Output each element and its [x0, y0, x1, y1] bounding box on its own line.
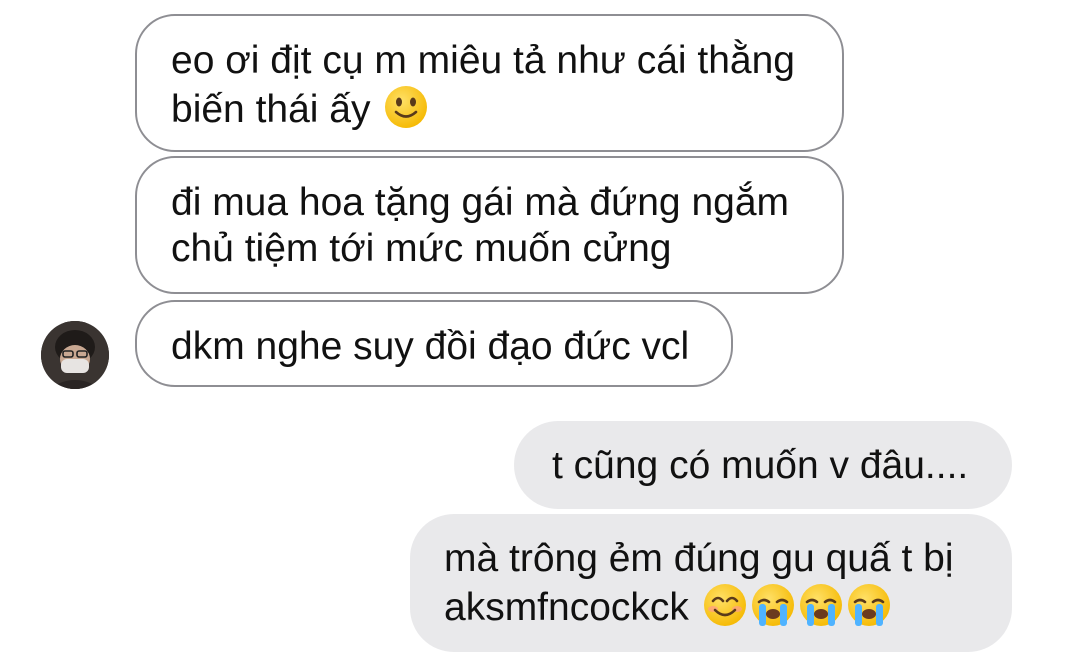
outgoing-message-bubble[interactable]: mà trông ẻm đúng gu quấ t bị aksmfncockc… [410, 514, 1012, 652]
message-text-fragment: biến thái ấy [171, 88, 371, 131]
smiling-face-with-smiling-eyes-icon [702, 582, 748, 628]
message-text-line: mà trông ẻm đúng gu quấ t bị [444, 537, 954, 580]
incoming-message-bubble[interactable]: dkm nghe suy đồi đạo đức vcl [135, 300, 733, 387]
loudly-crying-face-icon [798, 582, 844, 628]
incoming-message-bubble[interactable]: eo ơi địt cụ m miêu tả như cái thằng biế… [135, 14, 844, 152]
loudly-crying-face-icon [750, 582, 796, 628]
message-text-line: đi mua hoa tặng gái mà đứng ngắm [171, 181, 790, 224]
message-text-fragment: aksmfncockck [444, 586, 689, 629]
message-text-line: t cũng có muốn v đâu.... [552, 444, 969, 487]
message-text-line: eo ơi địt cụ m miêu tả như cái thằng [171, 39, 795, 82]
message-text-line: dkm nghe suy đồi đạo đức vcl [171, 325, 690, 368]
incoming-message-bubble[interactable]: đi mua hoa tặng gái mà đứng ngắm chủ tiệ… [135, 156, 844, 294]
slightly-smiling-face-icon [383, 84, 429, 130]
contact-avatar[interactable] [41, 321, 109, 389]
message-text-line: aksmfncockck [444, 582, 976, 631]
outgoing-message-bubble[interactable]: t cũng có muốn v đâu.... [514, 421, 1012, 509]
message-text-line: chủ tiệm tới mức muốn cửng [171, 227, 672, 270]
message-text-line: biến thái ấy [171, 84, 806, 133]
loudly-crying-face-icon [846, 582, 892, 628]
chat-thread: eo ơi địt cụ m miêu tả như cái thằng biế… [0, 0, 1080, 660]
